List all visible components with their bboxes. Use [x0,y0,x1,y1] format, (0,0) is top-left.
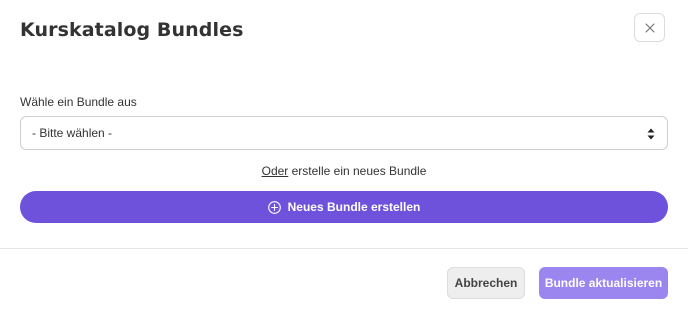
modal-title: Kurskatalog Bundles [20,19,244,41]
updown-arrows-icon [647,128,655,140]
bundle-modal: Kurskatalog Bundles Wähle ein Bundle aus… [0,0,688,311]
or-link[interactable]: Oder [262,164,289,178]
footer-divider [0,248,688,249]
cancel-button[interactable]: Abbrechen [447,267,525,299]
bundle-select[interactable]: - Bitte wählen - [20,116,668,150]
close-button[interactable] [634,13,665,42]
new-bundle-label: Neues Bundle erstellen [287,200,421,214]
or-create-line: Oder erstelle ein neues Bundle [0,164,688,178]
or-text: erstelle ein neues Bundle [288,164,427,178]
new-bundle-button[interactable]: Neues Bundle erstellen [20,191,668,223]
bundle-select-value: - Bitte wählen - [32,126,113,140]
plus-circle-icon [267,200,281,214]
close-icon [644,22,655,33]
bundle-select-label: Wähle ein Bundle aus [20,95,137,109]
update-bundle-button[interactable]: Bundle aktualisieren [539,267,668,299]
